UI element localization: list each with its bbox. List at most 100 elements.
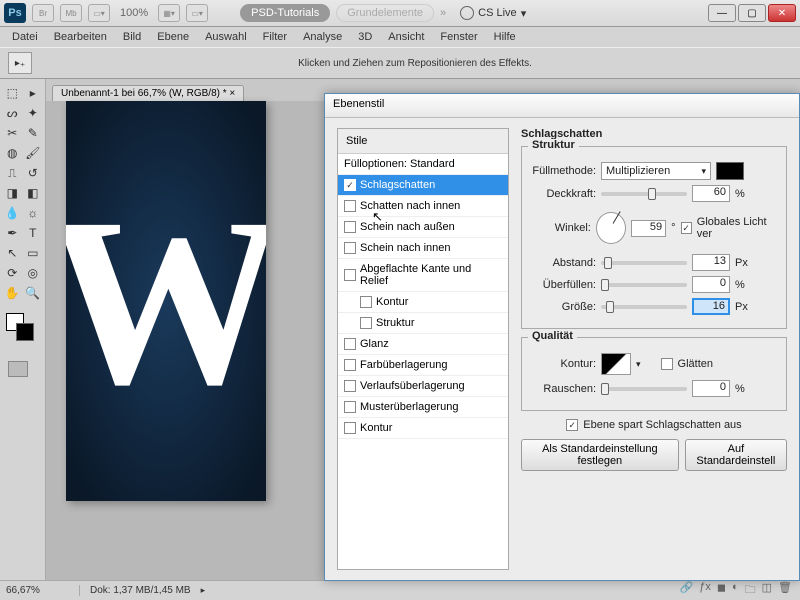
opacity-input[interactable]: 60	[692, 185, 730, 202]
style-item-7[interactable]: Glanz	[338, 334, 508, 355]
screen-mode-icon[interactable]: ▭▾	[186, 4, 208, 22]
hand-tool[interactable]: ✋	[2, 284, 23, 302]
workspace-button-active[interactable]: PSD-Tutorials	[240, 4, 330, 22]
knockout-checkbox[interactable]: ✓	[566, 419, 578, 431]
quickmask-button[interactable]	[8, 361, 28, 377]
style-item-5[interactable]: Kontur	[338, 292, 508, 313]
style-checkbox[interactable]	[344, 221, 356, 233]
style-item-0[interactable]: ✓Schlagschatten	[338, 175, 508, 196]
minibridge-icon[interactable]: Mb	[60, 4, 82, 22]
crop-tool[interactable]: ✂	[2, 124, 23, 142]
type-tool[interactable]: T	[23, 224, 44, 242]
stamp-tool[interactable]: ⎍	[2, 164, 23, 182]
style-checkbox[interactable]	[344, 422, 356, 434]
arrange-icon[interactable]: ▭▾	[88, 4, 110, 22]
wand-tool[interactable]: ✦	[23, 104, 44, 122]
style-item-2[interactable]: Schein nach außen	[338, 217, 508, 238]
menu-analyse[interactable]: Analyse	[297, 29, 348, 45]
style-checkbox[interactable]	[360, 296, 372, 308]
new-layer-icon[interactable]: ◫	[762, 581, 772, 600]
style-checkbox[interactable]	[344, 242, 356, 254]
marquee-tool[interactable]: ⬚	[2, 84, 23, 102]
history-brush-tool[interactable]: ↺	[23, 164, 44, 182]
angle-dial[interactable]	[596, 212, 626, 244]
3d-tool[interactable]: ⟳	[2, 264, 23, 282]
trash-icon[interactable]: 🗑	[778, 581, 792, 600]
status-docsize[interactable]: Dok: 1,37 MB/1,45 MB	[80, 585, 201, 596]
gradient-tool[interactable]: ◧	[23, 184, 44, 202]
menu-3d[interactable]: 3D	[352, 29, 378, 45]
title-zoom[interactable]: 100%	[120, 7, 148, 19]
workspace-more-icon[interactable]: »	[440, 7, 446, 19]
opacity-slider[interactable]	[601, 192, 687, 196]
angle-input[interactable]: 59	[631, 220, 667, 237]
style-item-8[interactable]: Farbüberlagerung	[338, 355, 508, 376]
shadow-color-swatch[interactable]	[716, 162, 744, 180]
mask-icon[interactable]: ◼	[717, 581, 726, 600]
style-checkbox[interactable]	[344, 380, 356, 392]
reset-default-button[interactable]: Auf Standardeinstell	[685, 439, 787, 471]
spread-input[interactable]: 0	[692, 276, 730, 293]
noise-input[interactable]: 0	[692, 380, 730, 397]
folder-icon[interactable]: 🗀	[745, 581, 756, 600]
tab-close-icon[interactable]: ×	[229, 88, 235, 99]
heal-tool[interactable]: ◍	[2, 144, 23, 162]
path-tool[interactable]: ↖	[2, 244, 23, 262]
blur-tool[interactable]: 💧	[2, 204, 23, 222]
fill-options-item[interactable]: Fülloptionen: Standard	[338, 154, 508, 175]
color-swatches[interactable]	[2, 313, 43, 343]
view-extras-icon[interactable]: ▦▾	[158, 4, 180, 22]
workspace-button-dim[interactable]: Grundelemente	[336, 4, 434, 22]
camera-tool[interactable]: ◎	[23, 264, 44, 282]
contour-picker[interactable]	[601, 353, 631, 375]
bridge-icon[interactable]: Br	[32, 4, 54, 22]
brush-tool[interactable]: 🖌	[23, 144, 44, 162]
style-item-4[interactable]: Abgeflachte Kante und Relief	[338, 259, 508, 292]
style-checkbox[interactable]	[344, 200, 356, 212]
menu-bild[interactable]: Bild	[117, 29, 147, 45]
cslive-button[interactable]: CS Live ▾	[460, 6, 526, 20]
menu-datei[interactable]: Datei	[6, 29, 44, 45]
antialias-checkbox[interactable]	[661, 358, 673, 370]
distance-input[interactable]: 13	[692, 254, 730, 271]
style-item-6[interactable]: Struktur	[338, 313, 508, 334]
move-tool[interactable]: ▸	[23, 84, 44, 102]
menu-auswahl[interactable]: Auswahl	[199, 29, 253, 45]
current-tool-icon[interactable]: ▸₊	[8, 52, 32, 74]
menu-fenster[interactable]: Fenster	[434, 29, 483, 45]
eraser-tool[interactable]: ◨	[2, 184, 23, 202]
close-button[interactable]: ✕	[768, 4, 796, 22]
minimize-button[interactable]: —	[708, 4, 736, 22]
link-icon[interactable]: 🔗	[680, 581, 694, 600]
size-slider[interactable]	[601, 305, 687, 309]
style-checkbox[interactable]: ✓	[344, 179, 356, 191]
style-item-1[interactable]: Schatten nach innen↖	[338, 196, 508, 217]
distance-slider[interactable]	[601, 261, 687, 265]
style-item-11[interactable]: Kontur	[338, 418, 508, 439]
canvas[interactable]: W	[66, 101, 266, 501]
style-checkbox[interactable]	[344, 338, 356, 350]
style-item-3[interactable]: Schein nach innen	[338, 238, 508, 259]
document-tab[interactable]: Unbenannt-1 bei 66,7% (W, RGB/8) * ×	[52, 85, 244, 101]
make-default-button[interactable]: Als Standardeinstellung festlegen	[521, 439, 679, 471]
style-checkbox[interactable]	[344, 269, 356, 281]
menu-hilfe[interactable]: Hilfe	[488, 29, 522, 45]
style-checkbox[interactable]	[360, 317, 372, 329]
dodge-tool[interactable]: ☼	[23, 204, 44, 222]
status-zoom[interactable]: 66,67%	[0, 585, 80, 596]
adjustment-icon[interactable]: ◐	[732, 581, 739, 600]
maximize-button[interactable]: ▢	[738, 4, 766, 22]
global-light-checkbox[interactable]: ✓	[681, 222, 692, 234]
eyedropper-tool[interactable]: ✎	[23, 124, 44, 142]
shape-tool[interactable]: ▭	[23, 244, 44, 262]
menu-bearbeiten[interactable]: Bearbeiten	[48, 29, 113, 45]
fx-icon[interactable]: ƒx	[699, 581, 711, 600]
spread-slider[interactable]	[601, 283, 687, 287]
zoom-tool[interactable]: 🔍	[23, 284, 44, 302]
style-checkbox[interactable]	[344, 359, 356, 371]
lasso-tool[interactable]: ᔕ	[2, 104, 23, 122]
style-item-10[interactable]: Musterüberlagerung	[338, 397, 508, 418]
menu-filter[interactable]: Filter	[257, 29, 293, 45]
noise-slider[interactable]	[601, 387, 687, 391]
pen-tool[interactable]: ✒	[2, 224, 23, 242]
